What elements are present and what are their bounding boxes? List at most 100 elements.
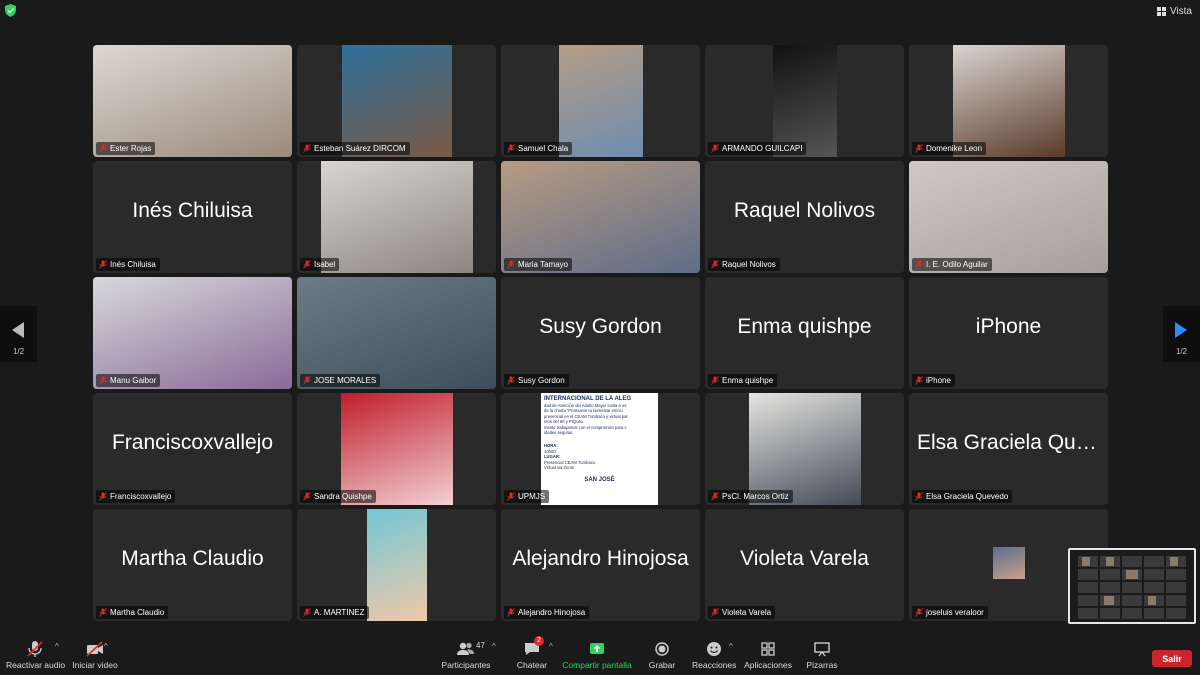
apps-button[interactable]: Aplicaciones — [743, 640, 793, 670]
whiteboards-button[interactable]: Pizarras — [804, 640, 840, 670]
participant-tile[interactable]: Elsa Graciela Que... Elsa Graciela Queved… — [909, 393, 1108, 505]
record-icon — [655, 642, 669, 656]
participant-name: Sandra Quishpe — [314, 492, 372, 501]
participant-video — [367, 509, 427, 621]
participant-tile[interactable]: Susy Gordon Susy Gordon — [501, 277, 700, 389]
participant-name-label: Manu Gaibor — [96, 374, 161, 387]
participant-tile[interactable]: Samuel Chala — [501, 45, 700, 157]
participant-tile[interactable]: Inés Chiluisa Inés Chiluisa — [93, 161, 292, 273]
participant-tile[interactable]: Martha Claudio Martha Claudio — [93, 509, 292, 621]
top-bar: Vista — [0, 0, 1200, 22]
participant-video — [321, 161, 473, 273]
participant-tile[interactable]: Isabel — [297, 161, 496, 273]
participant-tile[interactable]: Raquel Nolivos Raquel Nolivos — [705, 161, 904, 273]
participant-video — [297, 277, 496, 389]
participant-tile[interactable]: Maria Tamayo — [501, 161, 700, 273]
participant-tile[interactable]: Violeta Varela Violeta Varela — [705, 509, 904, 621]
participant-tile[interactable]: iPhone iPhone — [909, 277, 1108, 389]
participant-name: I. E. Odilo Aguilar — [926, 260, 988, 269]
next-page-button[interactable]: 1/2 — [1163, 306, 1200, 362]
participant-display-name: iPhone — [975, 315, 1042, 338]
muted-mic-icon — [711, 608, 719, 617]
participant-tile[interactable]: Alejandro Hinojosa Alejandro Hinojosa — [501, 509, 700, 621]
participant-name: iPhone — [926, 376, 951, 385]
participant-name-label: Susy Gordon — [504, 374, 569, 387]
participant-name: JOSE MORALES — [314, 376, 377, 385]
participant-name: Enma quishpe — [722, 376, 774, 385]
participant-tile[interactable]: JOSE MORALES — [297, 277, 496, 389]
participant-tile[interactable]: Esteban Suárez DIRCOM — [297, 45, 496, 157]
view-button[interactable]: Vista — [1156, 4, 1192, 18]
start-video-button[interactable]: Iniciar video — [70, 640, 120, 670]
muted-mic-icon — [915, 608, 923, 617]
participant-name-label: PsCl. Marcos Ortiz — [708, 490, 793, 503]
participant-video — [993, 547, 1025, 579]
participant-tile[interactable]: PsCl. Marcos Ortiz — [705, 393, 904, 505]
muted-mic-icon — [711, 492, 719, 501]
participant-tile[interactable]: Manu Gaibor — [93, 277, 292, 389]
participant-name: PsCl. Marcos Ortiz — [722, 492, 789, 501]
muted-mic-icon — [711, 376, 719, 385]
leave-meeting-button[interactable]: Salir — [1152, 650, 1192, 667]
audio-options-caret-icon[interactable]: ^ — [55, 642, 59, 651]
muted-mic-icon — [303, 608, 311, 617]
participant-tile[interactable]: Ester Rojas — [93, 45, 292, 157]
participant-tile[interactable]: I. E. Odilo Aguilar — [909, 161, 1108, 273]
page-indicator-right: 1/2 — [1175, 347, 1188, 356]
record-button[interactable]: Grabar — [645, 640, 679, 670]
muted-mic-icon — [507, 144, 515, 153]
participant-name-label: Enma quishpe — [708, 374, 778, 387]
participants-options-caret-icon[interactable]: ^ — [492, 642, 496, 651]
participant-video — [749, 393, 861, 505]
participant-name-label: Violeta Varela — [708, 606, 776, 619]
participant-name-label: Inés Chiluisa — [96, 258, 160, 271]
shared-poster-image: INTERNACIONAL DE LA ALEG dad de Atención … — [541, 393, 658, 505]
participant-name-label: iPhone — [912, 374, 955, 387]
share-screen-button[interactable]: Compartir pantalla — [562, 640, 632, 670]
meeting-toolbar: Reactivar audio ^ Iniciar video ^ Partic… — [0, 636, 1200, 675]
participant-name: A. MARTINEZ — [314, 608, 365, 617]
participant-tile[interactable]: Enma quishpe Enma quishpe — [705, 277, 904, 389]
previous-page-button[interactable]: 1/2 — [0, 306, 37, 362]
share-screen-icon — [590, 643, 604, 654]
video-options-caret-icon[interactable]: ^ — [104, 642, 108, 651]
participant-tile[interactable]: ARMANDO GUILCAPI — [705, 45, 904, 157]
participant-name: ARMANDO GUILCAPI — [722, 144, 803, 153]
reactions-label: Reacciones — [692, 660, 737, 670]
participants-label: Participantes — [441, 660, 491, 670]
participant-name: Domenike Leon — [926, 144, 983, 153]
record-label: Grabar — [648, 660, 676, 670]
poster-footer: SAN JOSÉ — [584, 477, 615, 484]
chat-button[interactable]: Chatear — [514, 640, 550, 670]
participant-name-label: ARMANDO GUILCAPI — [708, 142, 807, 155]
self-view-grid-preview — [1078, 556, 1186, 619]
participant-name-label: Alejandro Hinojosa — [504, 606, 590, 619]
participant-tile[interactable]: INTERNACIONAL DE LA ALEG dad de Atención … — [501, 393, 700, 505]
apps-icon — [761, 642, 775, 656]
poster-line6: idades seguras. — [544, 430, 574, 436]
chat-options-caret-icon[interactable]: ^ — [549, 642, 553, 651]
participant-name-label: joseluis veraloor — [912, 606, 988, 619]
reactions-smiley-icon — [707, 642, 721, 656]
chat-unread-badge: 2 — [534, 636, 544, 646]
arrow-right-icon — [1175, 322, 1187, 338]
self-view-thumbnail[interactable] — [1068, 548, 1196, 624]
participant-name-label: Ester Rojas — [96, 142, 156, 155]
participant-name: Franciscoxvallejo — [110, 492, 172, 501]
participant-display-name: Raquel Nolivos — [733, 199, 876, 222]
security-shield-icon[interactable] — [5, 4, 16, 17]
participant-display-name: Alejandro Hinojosa — [512, 547, 689, 570]
participant-tile[interactable]: A. MARTINEZ — [297, 509, 496, 621]
participant-display-name: Violeta Varela — [740, 547, 869, 570]
reactions-options-caret-icon[interactable]: ^ — [729, 642, 733, 651]
participant-tile[interactable]: Franciscoxvallejo Franciscoxvallejo — [93, 393, 292, 505]
muted-mic-icon — [99, 144, 107, 153]
muted-mic-icon — [99, 608, 107, 617]
participant-video — [93, 277, 292, 389]
start-video-label: Iniciar video — [72, 660, 118, 670]
participant-name: Isabel — [314, 260, 336, 269]
participant-tile[interactable]: Sandra Quishpe — [297, 393, 496, 505]
participant-name-label: I. E. Odilo Aguilar — [912, 258, 992, 271]
participant-tile[interactable]: Domenike Leon — [909, 45, 1108, 157]
participant-video — [559, 45, 643, 157]
